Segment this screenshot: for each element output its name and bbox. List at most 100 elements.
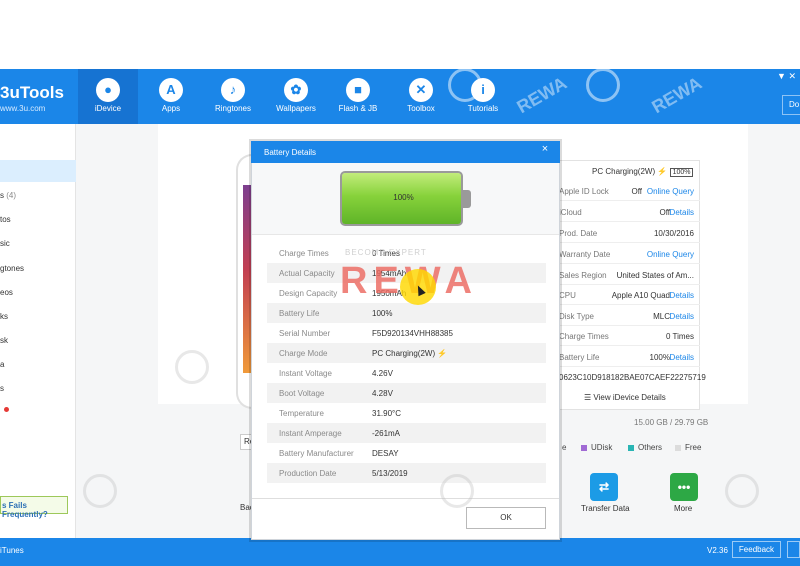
- online-query-link[interactable]: Online Query: [647, 187, 694, 196]
- sidebar-item[interactable]: a: [0, 360, 4, 369]
- fails-frequently-link[interactable]: s Fails Frequently?: [0, 496, 68, 519]
- watermark-circle: [440, 474, 474, 508]
- detail-label: Instant Amperage: [279, 429, 342, 438]
- window-controls[interactable]: ▼ ✕: [777, 71, 796, 82]
- check-update-button[interactable]: [787, 541, 800, 558]
- info-row-prod-date: Prod. Date 10/30/2016: [557, 223, 700, 243]
- legend-swatch: [581, 444, 587, 451]
- info-row-charge-times: Charge Times 0 Times: [557, 326, 700, 346]
- nav-label: Toolbox: [407, 104, 435, 113]
- info-value: Off: [631, 187, 642, 196]
- tile-label: More: [674, 504, 693, 513]
- info-label: Battery Life: [559, 353, 600, 362]
- info-row-cpu: CPU Apple A10 Quad Details: [557, 285, 700, 305]
- charge-status-text: PC Charging(2W): [592, 167, 656, 176]
- watermark-subtitle: BECOME EXPERT: [345, 248, 427, 257]
- detail-value: 31.90°C: [372, 409, 401, 418]
- info-label: Charge Times: [559, 332, 609, 341]
- detail-row: Battery Manufacturer DESAY: [267, 443, 546, 463]
- download-button[interactable]: Do: [782, 95, 800, 115]
- more-icon: •••: [677, 480, 691, 494]
- tools-icon: ✕: [409, 78, 433, 102]
- details-link[interactable]: Details: [670, 208, 694, 217]
- udid-text: 0623C10D918182BAE07CAEF22275719: [559, 373, 706, 382]
- info-value: 10/30/2016: [653, 229, 694, 238]
- bolt-icon: ⚡: [437, 349, 448, 358]
- detail-row: Instant Voltage 4.26V: [267, 363, 546, 383]
- info-label: Apple ID Lock: [559, 187, 609, 196]
- nav-ringtones[interactable]: ♪ Ringtones: [203, 69, 263, 124]
- sidebar-item[interactable]: eos: [0, 288, 13, 297]
- box-icon: ■: [346, 78, 370, 102]
- feedback-button[interactable]: Feedback: [732, 541, 781, 558]
- detail-value: 4.28V: [372, 389, 393, 398]
- detail-value: 100%: [372, 309, 393, 318]
- close-icon[interactable]: ×: [539, 142, 551, 156]
- nav-idevice[interactable]: ● iDevice: [78, 69, 138, 124]
- legend-swatch: [675, 444, 681, 451]
- legend-item: Free: [675, 443, 701, 452]
- detail-value: PC Charging(2W) ⚡: [372, 349, 447, 358]
- legend-label: UDisk: [591, 443, 613, 452]
- detail-row: Serial Number F5D920134VHH88385: [267, 323, 546, 343]
- storage-usage: 15.00 GB / 29.79 GB: [634, 418, 709, 427]
- legend-label: Free: [685, 443, 702, 452]
- sidebar-item-badge: (4): [6, 191, 17, 200]
- detail-value: DESAY: [372, 449, 399, 458]
- detail-row: Boot Voltage 4.28V: [267, 383, 546, 403]
- details-link[interactable]: Details: [670, 353, 694, 362]
- details-link[interactable]: Details: [670, 312, 694, 321]
- sidebar-item-label: s: [0, 191, 4, 200]
- info-row-icloud: iCloud Off Details: [557, 202, 700, 222]
- nav-label: Apps: [161, 104, 181, 113]
- sidebar-item[interactable]: sk: [0, 336, 8, 345]
- view-device-details-button[interactable]: ☰ View iDevice Details: [584, 393, 666, 402]
- sidebar-item[interactable]: tos: [0, 215, 11, 224]
- detail-row: Production Date 5/13/2019: [267, 463, 546, 483]
- more-button[interactable]: •••: [670, 473, 698, 501]
- flower-icon: ✿: [284, 78, 308, 102]
- battery-percent: 100%: [393, 193, 414, 202]
- nav-wallpapers[interactable]: ✿ Wallpapers: [266, 69, 326, 124]
- nav-label: iDevice: [94, 104, 122, 113]
- sidebar-item[interactable]: sic: [0, 239, 10, 248]
- watermark-circle: [83, 474, 117, 508]
- legend-label: e: [562, 443, 567, 452]
- sidebar-item[interactable]: s: [0, 384, 4, 393]
- nav-apps[interactable]: A Apps: [141, 69, 201, 124]
- itunes-status: iTunes: [0, 546, 24, 555]
- online-query-link[interactable]: Online Query: [647, 250, 694, 259]
- bolt-icon: ⚡: [657, 167, 668, 176]
- status-bar: [0, 538, 800, 566]
- nav-label: Flash & JB: [338, 104, 378, 113]
- ok-button[interactable]: OK: [466, 507, 546, 529]
- info-label: iCloud: [559, 208, 582, 217]
- detail-label: Charge Mode: [279, 349, 328, 358]
- detail-label: Battery Life: [279, 309, 320, 318]
- nav-flash-jb[interactable]: ■ Flash & JB: [328, 69, 388, 124]
- sidebar-item[interactable]: ks: [0, 312, 8, 321]
- app-logo: 3uTools: [0, 83, 64, 102]
- sidebar-selected-item[interactable]: [0, 160, 76, 182]
- info-row-battery-life: Battery Life 100% Details: [557, 347, 700, 367]
- detail-row: Instant Amperage -261mA: [267, 423, 546, 443]
- details-link[interactable]: Details: [670, 291, 694, 300]
- watermark-circle: [725, 474, 759, 508]
- apple-icon: ●: [96, 78, 120, 102]
- detail-row: Battery Life 100%: [267, 303, 546, 323]
- transfer-data-button[interactable]: ⇄: [590, 473, 618, 501]
- info-row-disk-type: Disk Type MLC Details: [557, 306, 700, 326]
- detail-value: F5D920134VHH88385: [372, 329, 453, 338]
- detail-label: Design Capacity: [279, 289, 338, 298]
- detail-row: Temperature 31.90°C: [267, 403, 546, 423]
- battery-percent-badge: 100%: [669, 168, 694, 177]
- detail-value: 4.26V: [372, 369, 393, 378]
- watermark-circle: [586, 68, 620, 102]
- watermark-circle: [175, 350, 209, 384]
- sidebar-item[interactable]: gtones: [0, 264, 24, 273]
- info-value: MLC: [653, 312, 670, 321]
- nav-label: Tutorials: [467, 104, 499, 113]
- nav-label: Wallpapers: [276, 104, 316, 113]
- nav-toolbox[interactable]: ✕ Toolbox: [391, 69, 451, 124]
- sidebar-item[interactable]: s (4): [0, 191, 16, 200]
